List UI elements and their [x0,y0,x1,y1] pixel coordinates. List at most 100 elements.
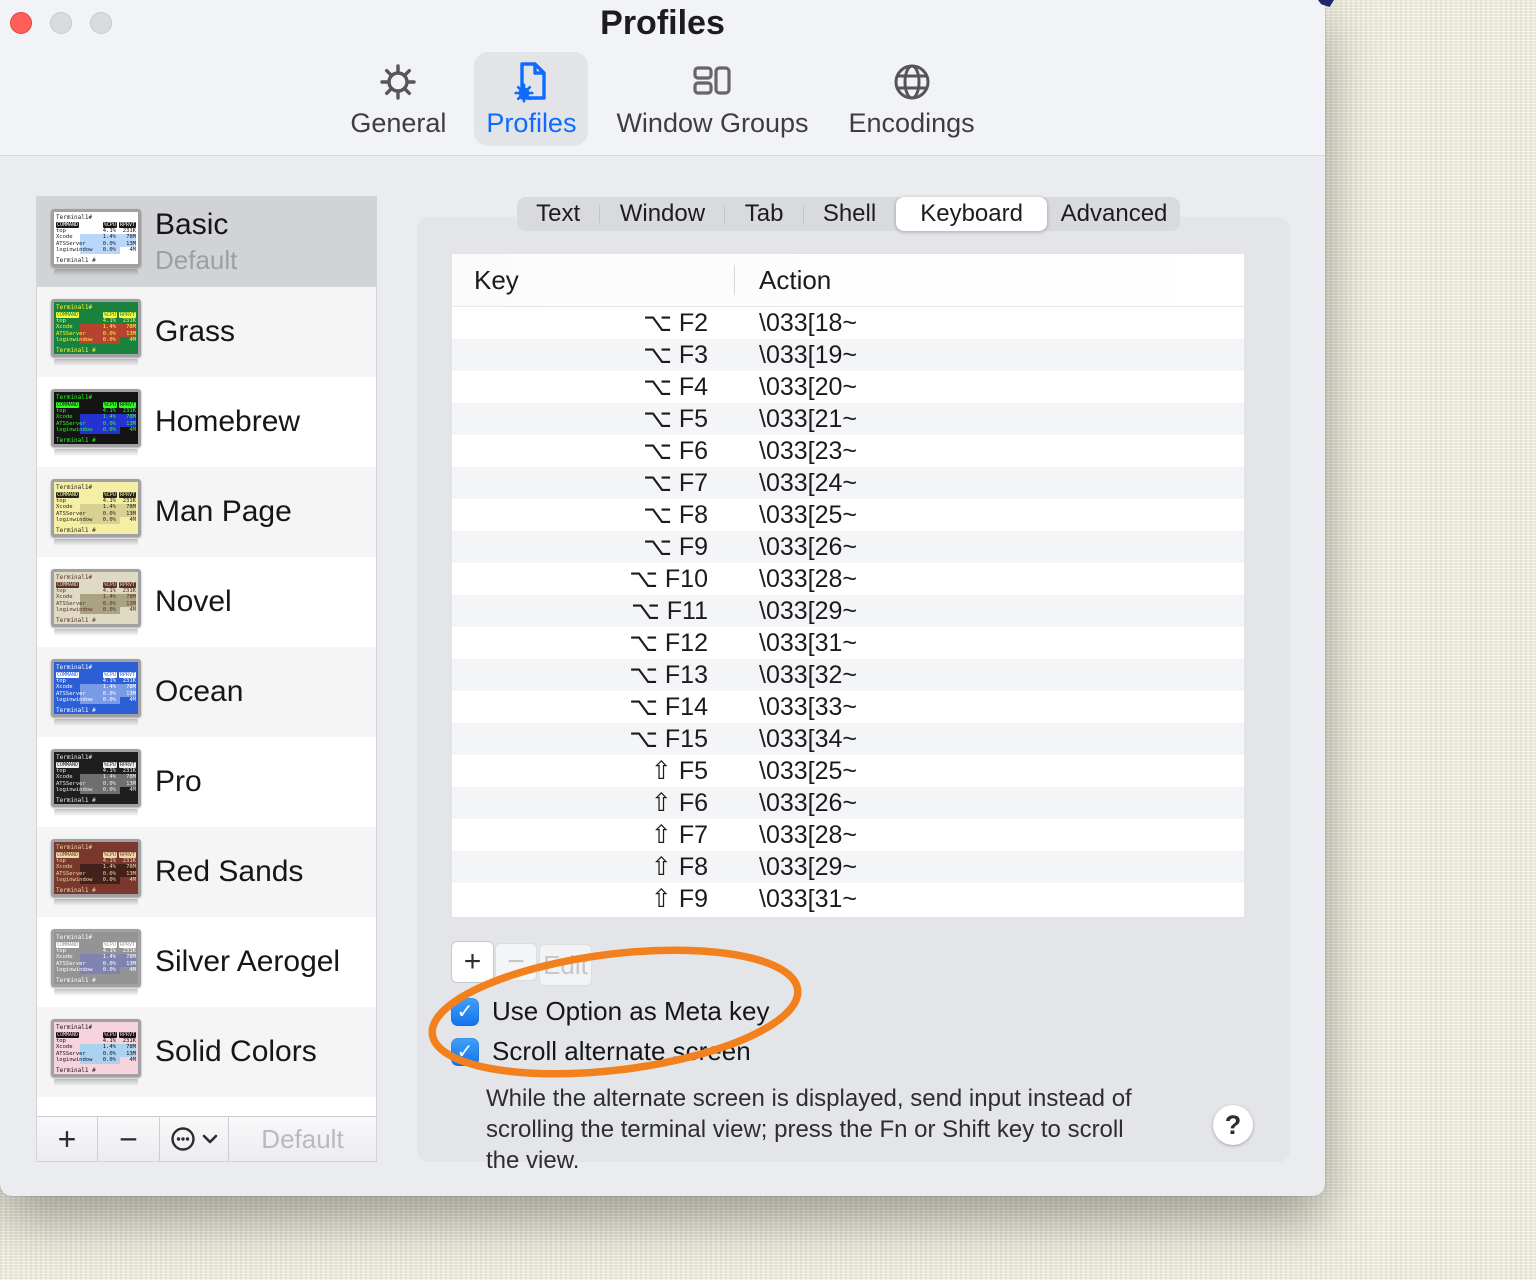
table-row[interactable]: ⌥ F7 \033[24~ [452,467,1244,499]
edit-mapping-button[interactable]: Edit [539,944,592,986]
key-cell: ⇧ F8 [650,853,708,881]
profile-list-item-red-sands[interactable]: Terminal1# COMMAND %CPU RPRVT top 4.1% 231K… [37,827,376,917]
key-cell: ⌥ F3 [643,341,708,369]
profile-name: Man Page [155,495,292,528]
table-row[interactable]: ⌥ F14 \033[33~ [452,691,1244,723]
profile-list-item-ocean[interactable]: Terminal1# COMMAND %CPU RPRVT top 4.1% 231K… [37,647,376,737]
profile-list-item-pro[interactable]: Terminal1# COMMAND %CPU RPRVT top 4.1% 231K… [37,737,376,827]
action-cell: \033[29~ [759,596,858,625]
remove-profile-button[interactable]: − [98,1117,160,1161]
table-row[interactable]: ⌥ F2 \033[18~ [452,307,1244,339]
add-profile-button[interactable]: + [37,1117,98,1161]
checkbox-label: Use Option as Meta key [492,996,770,1026]
key-cell: ⌥ F2 [643,309,708,337]
column-header-key: Key [474,264,519,295]
window-title: Profiles [600,4,725,42]
profile-thumbnail: Terminal1# COMMAND %CPU RPRVT top 4.1% 231K… [51,208,141,276]
toolbar-label: General [350,108,447,138]
keyboard-settings-panel: Text Window Tab Shell Keyboard Advanced Key A… [417,197,1290,1174]
profile-thumbnail: Terminal1# COMMAND %CPU RPRVT top 4.1% 231K… [51,658,141,726]
action-cell: \033[24~ [759,468,858,497]
profile-list-item-silver-aerogel[interactable]: Terminal1# COMMAND %CPU RPRVT top 4.1% 231K… [37,917,376,1007]
action-cell: \033[23~ [759,436,858,465]
action-cell: \033[19~ [759,340,858,369]
table-row[interactable]: ⇧ F5 \033[25~ [452,755,1244,787]
use-option-as-meta-checkbox[interactable]: ✓ [451,997,479,1026]
profile-thumbnail: Terminal1# COMMAND %CPU RPRVT top 4.1% 231K… [51,388,141,456]
key-cell: ⌥ F4 [643,373,708,401]
table-row[interactable]: ⌥ F6 \033[23~ [452,435,1244,467]
key-cell: ⌥ F6 [643,437,708,465]
action-cell: \033[21~ [759,404,858,433]
tab-bar: Text Window Tab Shell Keyboard Advanced [517,197,1180,231]
profile-list-item-novel[interactable]: Terminal1# COMMAND %CPU RPRVT top 4.1% 231K… [37,557,376,647]
table-row[interactable]: ⇧ F6 \033[26~ [452,787,1244,819]
profile-list-item-man-page[interactable]: Terminal1# COMMAND %CPU RPRVT top 4.1% 231K… [37,467,376,557]
profile-actions-menu-button[interactable] [160,1117,229,1161]
table-row[interactable]: ⌥ F8 \033[25~ [452,499,1244,531]
profile-thumbnail: Terminal1# COMMAND %CPU RPRVT top 4.1% 231K… [51,568,141,636]
action-cell: \033[20~ [759,372,858,401]
alternate-screen-help-text: While the alternate screen is displayed,… [486,1085,1132,1174]
document-gear-icon [514,62,547,103]
tab-shell[interactable]: Shell [804,197,895,231]
profile-name: Solid Colors [155,1035,317,1068]
action-cell: \033[32~ [759,660,858,689]
table-row[interactable]: ⌥ F13 \033[32~ [452,659,1244,691]
tab-window[interactable]: Window [600,197,724,231]
action-cell: \033[31~ [759,628,858,657]
table-row[interactable]: ⌥ F15 \033[34~ [452,723,1244,755]
table-row[interactable]: ⌥ F11 \033[29~ [452,595,1244,627]
scroll-alternate-screen-checkbox-row: ✓ Scroll alternate screen [451,1036,751,1067]
key-cell: ⌥ F13 [629,661,708,689]
scroll-alternate-screen-checkbox[interactable]: ✓ [451,1037,479,1066]
toolbar-item-encodings[interactable]: Encodings [837,52,987,146]
profile-thumbnail: Terminal1# COMMAND %CPU RPRVT top 4.1% 231K… [51,838,141,906]
action-cell: \033[34~ [759,724,858,753]
help-button[interactable]: ? [1213,1105,1253,1145]
tab-tab[interactable]: Tab [725,197,802,231]
tab-advanced[interactable]: Advanced [1048,197,1180,231]
toolbar-item-general[interactable]: General [338,52,458,146]
add-mapping-button[interactable]: + [451,941,494,983]
key-cell: ⌥ F8 [643,501,708,529]
table-row[interactable]: ⇧ F8 \033[29~ [452,851,1244,883]
profile-list-item-solid-colors[interactable]: Terminal1# COMMAND %CPU RPRVT top 4.1% 231K… [37,1007,376,1097]
table-row[interactable]: ⌥ F5 \033[21~ [452,403,1244,435]
gear-icon [380,64,417,100]
use-option-as-meta-checkbox-row: ✓ Use Option as Meta key [451,996,769,1027]
action-cell: \033[33~ [759,692,858,721]
table-row[interactable]: ⌥ F10 \033[28~ [452,563,1244,595]
titlebar-toolbar: Profiles General Profiles Window Groups … [0,0,1325,156]
tab-text[interactable]: Text [517,197,599,231]
toolbar-item-window-groups[interactable]: Window Groups [604,52,820,146]
table-row[interactable]: ⇧ F9 \033[31~ [452,883,1244,915]
profile-name: Homebrew [155,405,301,438]
table-row[interactable]: ⌥ F9 \033[26~ [452,531,1244,563]
table-row[interactable]: ⌥ F12 \033[31~ [452,627,1244,659]
key-cell: ⇧ F6 [650,789,708,817]
table-row[interactable]: ⇧ F7 \033[28~ [452,819,1244,851]
table-row[interactable]: ⌥ F3 \033[19~ [452,339,1244,371]
key-cell: ⌥ F9 [643,533,708,561]
tab-keyboard[interactable]: Keyboard [896,197,1048,231]
key-cell: ⌥ F15 [629,725,708,753]
profile-list-item-homebrew[interactable]: Terminal1# COMMAND %CPU RPRVT top 4.1% 231K… [37,377,376,467]
profile-name: Red Sands [155,855,304,888]
profile-list-item-grass[interactable]: Terminal1# COMMAND %CPU RPRVT top 4.1% 231K… [37,287,376,377]
remove-mapping-button[interactable]: − [495,943,537,981]
action-cell: \033[31~ [759,884,858,913]
profile-name: Pro [155,765,202,798]
profile-name: Novel [155,585,232,618]
key-cell: ⌥ F5 [643,405,708,433]
table-row[interactable]: ⌥ F4 \033[20~ [452,371,1244,403]
profile-list-item-basic[interactable]: Terminal1# COMMAND %CPU RPRVT top 4.1% 231K… [37,197,376,287]
toolbar-item-profiles[interactable]: Profiles [474,52,589,146]
key-cell: ⌥ F7 [643,469,708,497]
profile-thumbnail: Terminal1# COMMAND %CPU RPRVT top 4.1% 231K… [51,928,141,996]
profile-thumbnail: Terminal1# COMMAND %CPU RPRVT top 4.1% 231K… [51,298,141,366]
action-cell: \033[26~ [759,788,858,817]
mapping-buttons: + − Edit [451,941,592,986]
profile-name: Basic [155,208,229,241]
default-button[interactable]: Default [229,1117,376,1161]
